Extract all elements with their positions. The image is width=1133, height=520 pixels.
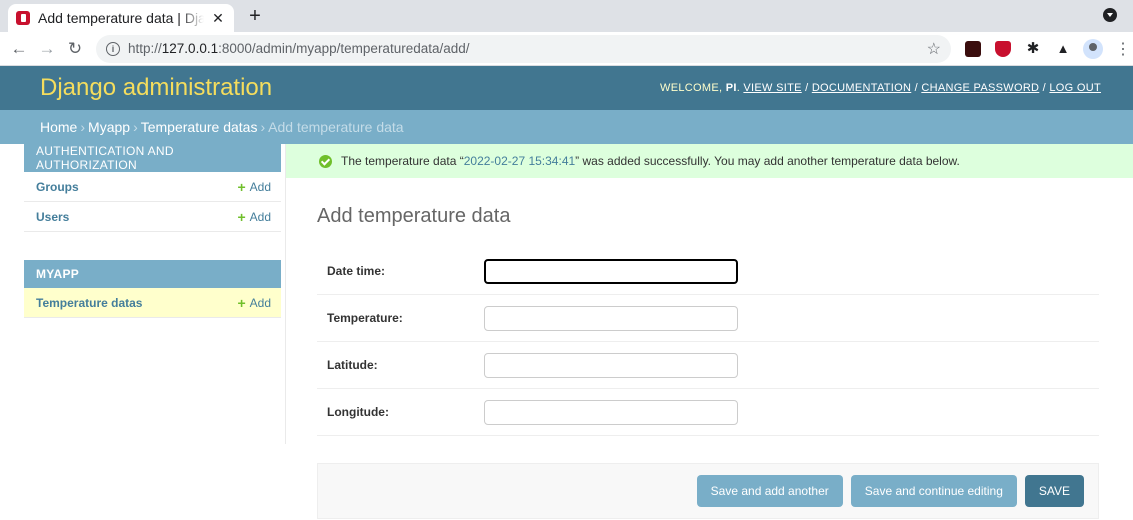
add-form: Date time: Temperature: Latitude: Longit…	[317, 248, 1099, 436]
success-check-icon	[319, 154, 332, 168]
save-button[interactable]: SAVE	[1024, 475, 1084, 507]
module-caption-auth[interactable]: AUTHENTICATION AND AUTHORIZATION	[24, 144, 281, 172]
temperature-label: Temperature:	[327, 311, 403, 325]
add-temperature-data-link[interactable]: + Add	[237, 295, 271, 311]
add-user-link[interactable]: + Add	[237, 209, 271, 225]
plus-icon: +	[237, 208, 246, 225]
plus-icon: +	[237, 178, 246, 195]
close-tab-icon[interactable]: ✕	[210, 10, 226, 27]
welcome-text: WELCOME,	[660, 82, 723, 94]
forward-icon[interactable]: →	[36, 39, 58, 59]
date-time-input[interactable]	[484, 258, 738, 284]
longitude-label: Longitude:	[327, 405, 389, 419]
change-password-link[interactable]: CHANGE PASSWORD	[921, 82, 1039, 94]
tab-title: Add temperature data | Django site admin	[38, 10, 204, 26]
latitude-input[interactable]	[484, 352, 738, 378]
site-branding[interactable]: Django administration	[40, 74, 272, 102]
url-input[interactable]: i http://127.0.0.1:8000/admin/myapp/temp…	[96, 34, 951, 63]
latitude-label: Latitude:	[327, 358, 378, 372]
save-and-continue-button[interactable]: Save and continue editing	[850, 475, 1017, 507]
user-tools: WELCOME, PI. VIEW SITE / DOCUMENTATION /…	[660, 82, 1101, 94]
nav-sidebar: AUTHENTICATION AND AUTHORIZATION Groups …	[0, 144, 286, 444]
breadcrumb: Home › Myapp › Temperature datas › Add t…	[0, 110, 1133, 144]
new-tab-icon[interactable]: +	[244, 5, 266, 27]
date-time-label: Date time:	[327, 264, 386, 278]
flask-icon[interactable]: ▲	[1055, 41, 1071, 57]
users-link[interactable]: Users	[36, 210, 69, 224]
form-row-temperature: Temperature:	[317, 295, 1099, 342]
sidebar-item-groups: Groups + Add	[24, 172, 281, 202]
browser-tab[interactable]: Add temperature data | Django site admin…	[8, 4, 234, 32]
address-bar: ← → ↻ i http://127.0.0.1:8000/admin/myap…	[0, 32, 1133, 66]
module-caption-myapp[interactable]: MYAPP	[24, 260, 281, 288]
submit-row: Save and add another Save and continue e…	[317, 463, 1099, 519]
page-title: Add temperature data	[317, 205, 511, 227]
breadcrumb-model[interactable]: Temperature datas	[141, 119, 258, 135]
sidebar-item-users: Users + Add	[24, 202, 281, 232]
save-and-add-another-button[interactable]: Save and add another	[696, 475, 843, 507]
django-favicon-icon	[16, 11, 30, 25]
reload-icon[interactable]: ↻	[64, 39, 86, 59]
profile-avatar-icon[interactable]	[1083, 38, 1103, 59]
view-site-link[interactable]: VIEW SITE	[743, 82, 801, 94]
groups-link[interactable]: Groups	[36, 180, 79, 194]
browser-tab-bar: Add temperature data | Django site admin…	[0, 0, 1133, 32]
temperature-datas-link[interactable]: Temperature datas	[36, 296, 142, 310]
plus-icon: +	[237, 294, 246, 311]
ublock-shield-icon[interactable]	[995, 40, 1011, 57]
content: The temperature data “2022-02-27 15:34:4…	[286, 144, 1133, 519]
sidebar-item-temperature-datas: Temperature datas + Add	[24, 288, 281, 318]
info-icon[interactable]: i	[106, 41, 120, 56]
module-auth: AUTHENTICATION AND AUTHORIZATION Groups …	[24, 144, 281, 318]
tab-search-icon[interactable]	[1103, 8, 1117, 22]
added-object-link[interactable]: 2022-02-27 15:34:41	[464, 154, 575, 168]
form-row-longitude: Longitude:	[317, 389, 1099, 436]
log-out-link[interactable]: LOG OUT	[1049, 82, 1101, 94]
form-row-latitude: Latitude:	[317, 342, 1099, 389]
form-row-date-time: Date time:	[317, 248, 1099, 295]
browser-menu-icon[interactable]: ⋮	[1115, 39, 1131, 59]
longitude-input[interactable]	[484, 399, 738, 425]
success-message: The temperature data “2022-02-27 15:34:4…	[286, 144, 1133, 178]
extension-icon[interactable]	[965, 40, 981, 57]
back-icon[interactable]: ←	[8, 39, 30, 59]
breadcrumb-current: Add temperature data	[268, 119, 404, 135]
breadcrumb-app[interactable]: Myapp	[88, 119, 130, 135]
admin-header: Django administration WELCOME, PI. VIEW …	[0, 66, 1133, 110]
breadcrumb-home[interactable]: Home	[40, 119, 77, 135]
temperature-input[interactable]	[484, 305, 738, 331]
url-text: http://127.0.0.1:8000/admin/myapp/temper…	[128, 41, 470, 56]
extensions-puzzle-icon[interactable]: ✱	[1025, 40, 1041, 57]
username: PI	[725, 82, 737, 94]
documentation-link[interactable]: DOCUMENTATION	[812, 82, 911, 94]
add-group-link[interactable]: + Add	[237, 179, 271, 195]
bookmark-star-icon[interactable]: ☆	[927, 39, 941, 59]
